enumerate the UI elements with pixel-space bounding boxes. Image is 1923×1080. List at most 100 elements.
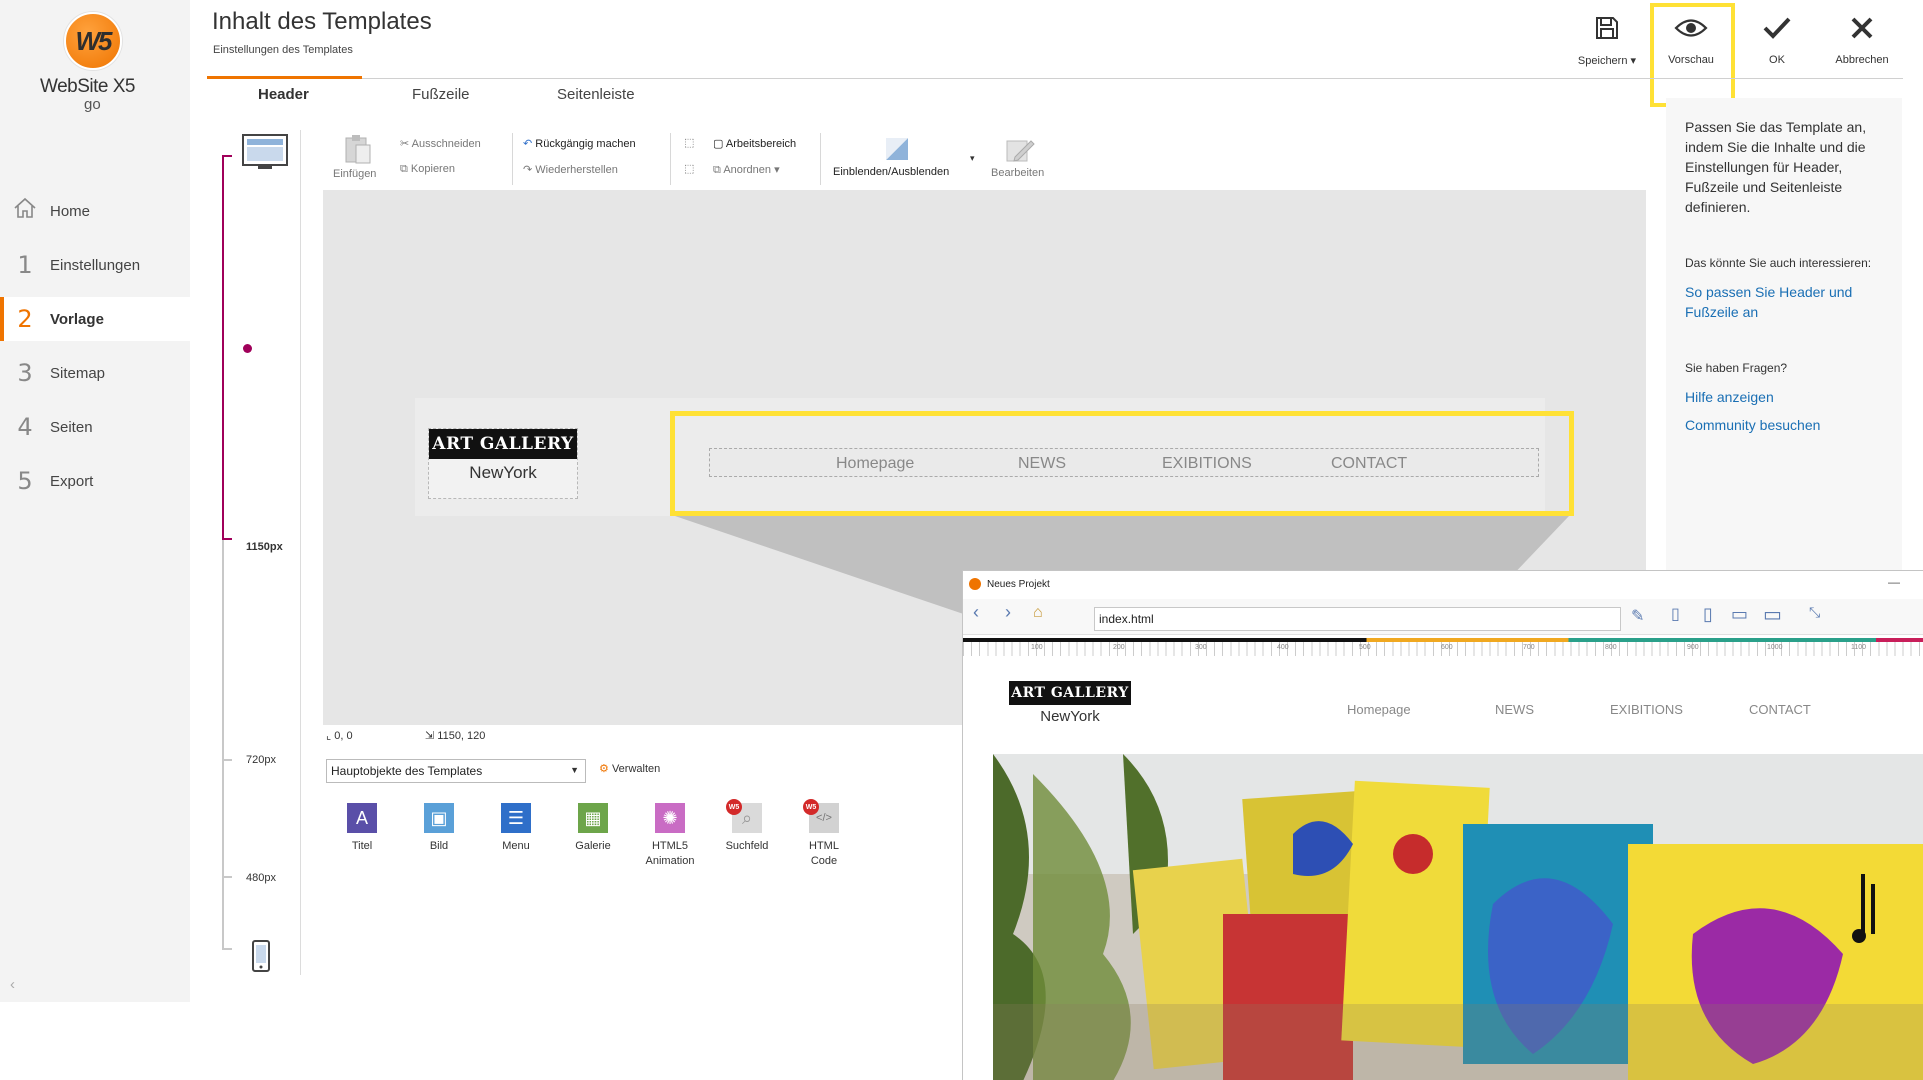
sidebar-item-seiten[interactable]: 4 Seiten <box>0 405 190 449</box>
step-number: 1 <box>17 251 33 279</box>
ruler-tick <box>222 876 232 878</box>
preview-window: Neues Projekt — ‹ › ⌂ index.html ✎ ▯ ▯ ▭… <box>962 570 1923 1080</box>
app-logo: W5 <box>64 12 122 70</box>
sidebar-item-vorlage[interactable]: 2 Vorlage <box>0 297 190 341</box>
show-hide-button[interactable]: Einblenden/Ausblenden <box>833 166 949 178</box>
code-icon: </> W5 <box>803 799 839 833</box>
sidebar-item-export[interactable]: 5 Export <box>0 459 190 503</box>
search-icon: ⌕ W5 <box>726 799 762 833</box>
align-icon[interactable]: ⬚ <box>684 136 694 149</box>
preview-url-field[interactable]: index.html <box>1094 607 1621 631</box>
help-intro: Passen Sie das Template an, indem Sie di… <box>1685 119 1867 215</box>
save-icon <box>1567 10 1647 46</box>
object-search-field[interactable]: ⌕ W5 Suchfeld <box>711 799 783 854</box>
help-header-footer-link[interactable]: So passen Sie Header und Fußzeile an <box>1685 282 1895 322</box>
ruler-label: 600 <box>1441 644 1453 651</box>
workspace-button[interactable]: ▢ Arbeitsbereich <box>713 137 796 150</box>
column-divider <box>300 130 301 975</box>
arrange-button[interactable]: ⧉ Anordnen ▾ <box>713 163 780 177</box>
size-icon: ⇲ <box>425 730 435 742</box>
object-html-code[interactable]: </> W5 HTML Code <box>788 799 860 869</box>
ruler-label: 1100 <box>1851 644 1867 651</box>
close-icon <box>1822 10 1902 46</box>
tab-footer[interactable]: Fußzeile <box>412 86 470 110</box>
undo-button[interactable]: ↶ Rückgängig machen <box>523 137 636 150</box>
home-icon[interactable]: ⌂ <box>1033 604 1043 622</box>
resize-icon[interactable]: ⤡ <box>1809 604 1820 621</box>
canvas-logo[interactable]: ART GALLERY NewYork <box>428 428 578 499</box>
breakpoint-label: 1150px <box>246 541 283 553</box>
redo-button[interactable]: ↷ Wiederherstellen <box>523 163 618 176</box>
object-title[interactable]: A Titel <box>326 803 398 854</box>
edit-icon <box>1004 134 1036 166</box>
help-questions-heading: Sie haben Fragen? <box>1685 361 1788 375</box>
object-label: Titel <box>351 840 373 852</box>
tab-header[interactable]: Header <box>258 86 309 110</box>
menu-icon: ☰ <box>501 803 531 833</box>
sidebar-item-label: Seiten <box>50 418 93 436</box>
tablet-icon[interactable]: ▯ <box>1703 604 1713 625</box>
width-ruler <box>222 540 224 950</box>
position-icon: ⌞ <box>326 730 332 742</box>
desktop-icon[interactable]: ▭ <box>1763 602 1782 627</box>
paste-button[interactable]: Einfügen <box>333 168 376 180</box>
manage-label: Verwalten <box>611 763 661 775</box>
size-readout: ⇲ 1150, 120 <box>425 729 485 742</box>
sidebar-item-home[interactable]: Home <box>0 189 190 233</box>
ruler-label: 700 <box>1523 644 1535 651</box>
save-label: Speichern <box>1577 55 1628 67</box>
preview-menu-item[interactable]: NEWS <box>1495 702 1534 717</box>
ruler-label: 900 <box>1687 644 1699 651</box>
cancel-button[interactable]: Abbrechen <box>1822 10 1902 66</box>
step-number: 5 <box>17 467 33 495</box>
ruler-tick <box>222 155 232 157</box>
edit-page-icon[interactable]: ✎ <box>1631 606 1644 626</box>
minimize-icon[interactable]: — <box>1888 575 1900 589</box>
back-icon[interactable]: ‹ <box>973 602 979 623</box>
object-menu[interactable]: ☰ Menu <box>480 803 552 854</box>
mobile-view-icon[interactable] <box>252 940 270 977</box>
object-category-value: Hauptobjekte des Templates <box>331 764 483 778</box>
preview-logo[interactable]: ART GALLERY NewYork <box>1009 681 1131 727</box>
object-image[interactable]: ▣ Bild <box>403 803 475 854</box>
chevron-down-icon[interactable]: ▾ <box>970 153 975 164</box>
manage-button[interactable]: ⚙ Verwalten <box>599 762 660 775</box>
copy-button[interactable]: ⧉ Kopieren <box>400 163 455 176</box>
object-category-select[interactable]: Hauptobjekte des Templates ▼ <box>326 759 586 783</box>
help-show-link[interactable]: Hilfe anzeigen <box>1685 387 1895 407</box>
cut-label: Ausschneiden <box>411 138 481 150</box>
app-edition: go <box>84 96 101 113</box>
cut-button[interactable]: ✂ Ausschneiden <box>400 137 481 150</box>
preview-menu-item[interactable]: CONTACT <box>1749 702 1811 717</box>
workspace-icon: ▢ <box>713 138 724 150</box>
forward-icon[interactable]: › <box>1005 602 1011 623</box>
community-link[interactable]: Community besuchen <box>1685 415 1895 435</box>
save-button[interactable]: Speichern ▾ <box>1567 10 1647 67</box>
preview-menu-item[interactable]: EXIBITIONS <box>1610 702 1683 717</box>
animation-icon: ✺ <box>655 803 685 833</box>
tablet-landscape-icon[interactable]: ▭ <box>1731 604 1748 625</box>
object-gallery[interactable]: ▦ Galerie <box>557 803 629 854</box>
collapse-sidebar-icon[interactable]: ‹ <box>10 976 15 993</box>
breakpoint-label[interactable]: 480px <box>246 872 276 884</box>
cancel-label: Abbrechen <box>1835 54 1889 66</box>
object-html5-animation[interactable]: ✺ HTML5 Animation <box>634 803 706 869</box>
ok-button[interactable]: OK <box>1737 10 1817 66</box>
sidebar-item-label: Vorlage <box>50 310 104 328</box>
preview-menu-item[interactable]: Homepage <box>1347 702 1411 717</box>
sidebar-item-label: Sitemap <box>50 364 106 382</box>
distribute-icon[interactable]: ⬚ <box>684 162 694 175</box>
sidebar-item-einstellungen[interactable]: 1 Einstellungen <box>0 243 190 287</box>
sidebar-item-sitemap[interactable]: 3 Sitemap <box>0 351 190 395</box>
preview-window-title: Neues Projekt <box>987 579 1050 590</box>
sidebar: W5 WebSite X5 go Home 1 Einstellungen 2 … <box>0 0 190 1002</box>
breakpoint-label[interactable]: 720px <box>246 754 276 766</box>
tab-sidebar[interactable]: Seitenleiste <box>557 86 635 110</box>
workspace-label: Arbeitsbereich <box>725 138 797 150</box>
help-interest-heading: Das könnte Sie auch interessieren: <box>1685 256 1872 270</box>
edit-button[interactable]: Bearbeiten <box>991 167 1044 179</box>
arrange-icon: ⧉ <box>713 164 721 176</box>
desktop-view-icon[interactable] <box>242 134 288 177</box>
phone-icon[interactable]: ▯ <box>1671 604 1680 624</box>
ruler-handle[interactable] <box>243 344 252 353</box>
